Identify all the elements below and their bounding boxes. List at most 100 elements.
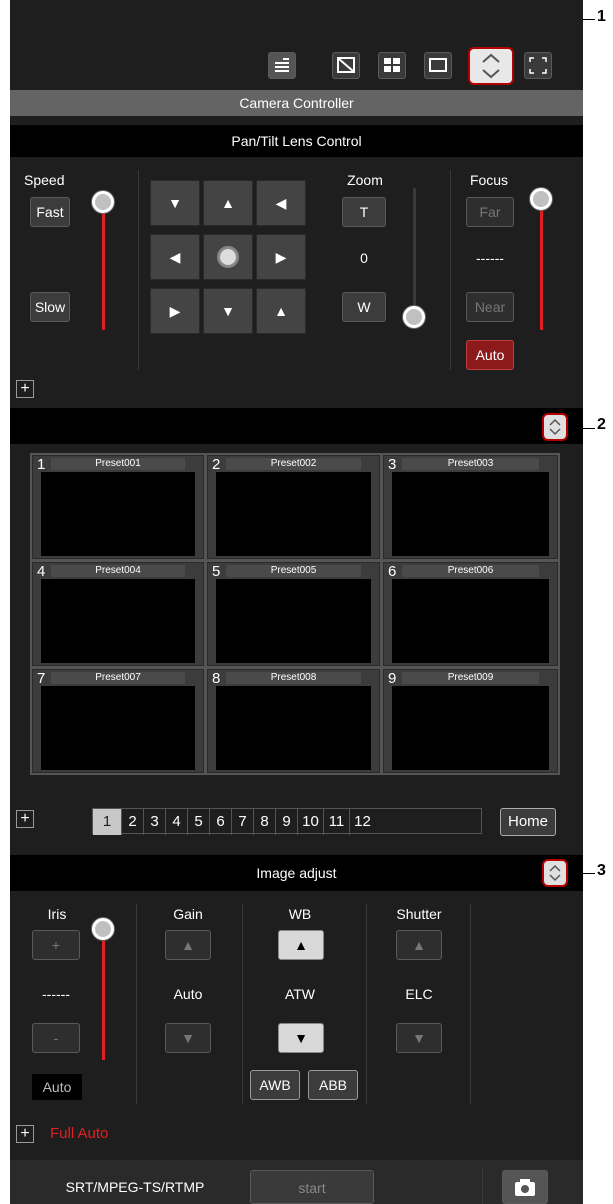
- pan-left-button[interactable]: ◀: [150, 234, 200, 280]
- page-button[interactable]: 8: [253, 809, 275, 835]
- zoom-label: Zoom: [347, 172, 383, 188]
- zoom-slider-knob[interactable]: [403, 306, 425, 328]
- focus-near-button[interactable]: Near: [466, 292, 514, 322]
- callout-3: 3: [597, 862, 606, 879]
- no-display-icon[interactable]: [332, 52, 360, 79]
- zoom-wide-button[interactable]: W: [342, 292, 386, 322]
- shutter-down-button[interactable]: ▼: [396, 1023, 442, 1053]
- wb-down-button[interactable]: ▼: [278, 1023, 324, 1053]
- preset-tile[interactable]: 8 Preset008: [207, 669, 380, 773]
- abb-button[interactable]: ABB: [308, 1070, 358, 1100]
- iris-value: ------: [42, 986, 70, 1002]
- preset-tile[interactable]: 2 Preset002: [207, 455, 380, 559]
- focus-auto-button[interactable]: Auto: [466, 340, 514, 370]
- page-button[interactable]: 1: [93, 809, 121, 835]
- page-button[interactable]: 11: [323, 809, 349, 835]
- page-title: Camera Controller: [10, 90, 583, 116]
- callout-1: 1: [597, 8, 606, 25]
- single-screen-icon[interactable]: [424, 52, 452, 79]
- iris-slider-track[interactable]: [102, 930, 105, 1060]
- preset-tile[interactable]: 1 Preset001: [32, 455, 204, 559]
- shutter-label: Shutter: [396, 906, 442, 922]
- iris-open-button[interactable]: +: [32, 930, 80, 960]
- pantilt-expand-button[interactable]: +: [16, 380, 34, 398]
- iris-close-button[interactable]: -: [32, 1023, 80, 1053]
- focus-far-button[interactable]: Far: [466, 197, 514, 227]
- tilt-up-button[interactable]: ▲: [203, 180, 253, 226]
- home-center-button[interactable]: [203, 234, 253, 280]
- preset-tile[interactable]: 7 Preset007: [32, 669, 204, 773]
- preset-number: 7: [37, 670, 46, 687]
- page-button[interactable]: 12: [349, 809, 375, 835]
- image-adjust-collapse-icon[interactable]: [542, 859, 568, 887]
- preset-number: 8: [212, 670, 221, 687]
- preset-tile[interactable]: 5 Preset005: [207, 562, 380, 666]
- iris-label: Iris: [47, 906, 67, 922]
- gain-label: Gain: [173, 906, 203, 922]
- preset-number: 5: [212, 563, 221, 580]
- focus-value: ------: [476, 250, 504, 266]
- page-button[interactable]: 4: [165, 809, 187, 835]
- page-button[interactable]: 7: [231, 809, 253, 835]
- split-screen-icon[interactable]: [378, 52, 406, 79]
- focus-slider-knob[interactable]: [530, 188, 552, 210]
- preset-number: 3: [388, 456, 397, 473]
- pan-down-left-button[interactable]: ▶: [150, 288, 200, 334]
- full-auto-link[interactable]: Full Auto: [50, 1125, 108, 1142]
- pan-up-right-button[interactable]: ◀: [256, 180, 306, 226]
- page-button[interactable]: 6: [209, 809, 231, 835]
- tilt-down-button[interactable]: ▼: [203, 288, 253, 334]
- page-button[interactable]: 2: [121, 809, 143, 835]
- preset-tile[interactable]: 6 Preset006: [383, 562, 558, 666]
- stream-start-button[interactable]: start: [250, 1170, 374, 1204]
- preset-tile[interactable]: 4 Preset004: [32, 562, 204, 666]
- divider: [242, 904, 243, 1104]
- gain-down-button[interactable]: ▼: [165, 1023, 211, 1053]
- focus-slider-track[interactable]: [540, 200, 543, 330]
- image-adjust-expand-button[interactable]: +: [16, 1125, 34, 1143]
- stream-label: SRT/MPEG-TS/RTMP: [65, 1179, 205, 1195]
- zoom-slider-track[interactable]: [413, 188, 416, 318]
- speed-fast-button[interactable]: Fast: [30, 197, 70, 227]
- divider: [470, 904, 471, 1104]
- wb-up-button[interactable]: ▲: [278, 930, 324, 960]
- fullscreen-icon[interactable]: [524, 52, 552, 79]
- speed-slider-track[interactable]: [102, 206, 105, 330]
- preset-number: 2: [212, 456, 221, 473]
- iris-auto-button[interactable]: Auto: [32, 1074, 82, 1100]
- page-button[interactable]: 9: [275, 809, 297, 835]
- preset-thumbnail: [216, 686, 371, 770]
- preset-header: [10, 408, 583, 444]
- awb-button[interactable]: AWB: [250, 1070, 300, 1100]
- pan-up-left-button[interactable]: ▼: [150, 180, 200, 226]
- shutter-up-button[interactable]: ▲: [396, 930, 442, 960]
- snapshot-camera-icon[interactable]: [502, 1170, 548, 1204]
- speed-slider-knob[interactable]: [92, 191, 114, 213]
- page-button[interactable]: 10: [297, 809, 323, 835]
- preset-name: Preset008: [226, 672, 361, 684]
- pan-right-button[interactable]: ▶: [256, 234, 306, 280]
- preset-tile[interactable]: 9 Preset009: [383, 669, 558, 773]
- preset-name: Preset006: [402, 565, 539, 577]
- toolbar: [10, 30, 583, 90]
- preset-tile[interactable]: 3 Preset003: [383, 455, 558, 559]
- iris-slider-knob[interactable]: [92, 918, 114, 940]
- expand-collapse-icon[interactable]: [468, 47, 514, 85]
- page-button[interactable]: 5: [187, 809, 209, 835]
- preset-collapse-icon[interactable]: [542, 413, 568, 441]
- page-button[interactable]: 3: [143, 809, 165, 835]
- pantilt-title: Pan/Tilt Lens Control: [10, 125, 583, 157]
- gain-up-button[interactable]: ▲: [165, 930, 211, 960]
- preset-name: Preset009: [402, 672, 539, 684]
- preset-home-button[interactable]: Home: [500, 808, 556, 836]
- speed-slow-button[interactable]: Slow: [30, 292, 70, 322]
- preset-pagination: 1 2 3 4 5 6 7 8 9 10 11 12: [92, 808, 482, 835]
- divider: [138, 170, 139, 370]
- preset-expand-button[interactable]: +: [16, 810, 34, 828]
- divider: [482, 1168, 483, 1204]
- preset-name: Preset005: [226, 565, 361, 577]
- preset-name: Preset001: [51, 458, 185, 470]
- multi-screen-icon[interactable]: [268, 52, 296, 79]
- pan-down-right-button[interactable]: ▲: [256, 288, 306, 334]
- zoom-tele-button[interactable]: T: [342, 197, 386, 227]
